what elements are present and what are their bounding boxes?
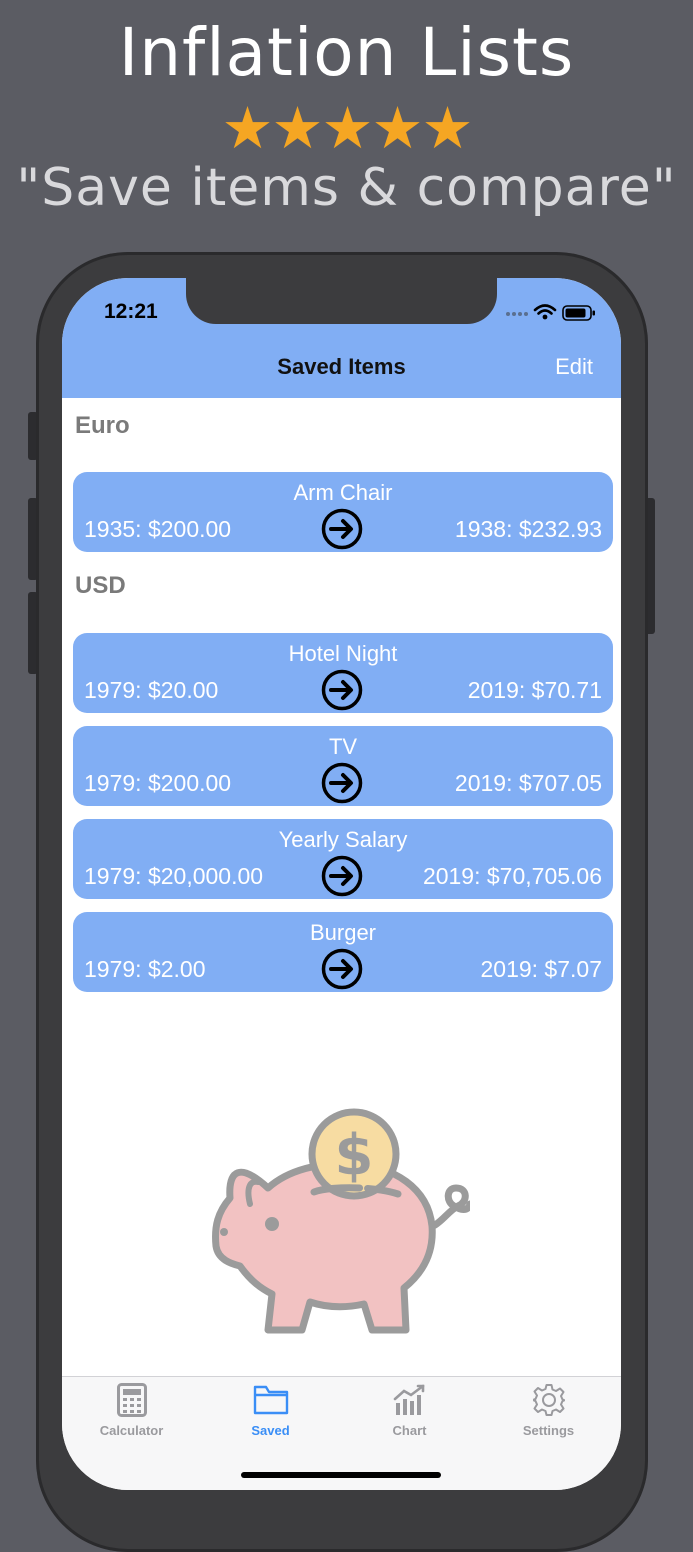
tab-chart[interactable]: Chart [340, 1383, 479, 1447]
saved-item-card[interactable]: Yearly Salary 1979: $20,000.00 2019: $70… [73, 819, 613, 899]
page-title: Saved Items [277, 354, 406, 379]
item-start-value: 1979: $200.00 [84, 770, 232, 796]
status-time: 12:21 [104, 300, 158, 323]
item-end-value: 2019: $707.05 [454, 770, 602, 796]
item-start-value: 1979: $20,000.00 [84, 863, 264, 889]
piggy-bank-illustration: $ [212, 1108, 470, 1334]
navigation-bar: 12:21 Saved Items Edit [62, 278, 621, 398]
item-start-value: 1979: $2.00 [84, 956, 206, 982]
svg-text:$: $ [335, 1123, 374, 1188]
status-icons [506, 304, 595, 321]
tab-calculator[interactable]: Calculator [62, 1383, 201, 1447]
tab-saved[interactable]: Saved [201, 1383, 340, 1447]
tab-label: Settings [522, 1423, 575, 1438]
section-header-usd: USD [75, 572, 126, 599]
signal-icon [506, 312, 528, 316]
item-start-value: 1979: $20.00 [84, 677, 219, 703]
arrow-right-circle-icon[interactable] [321, 948, 363, 990]
saved-item-card[interactable]: TV 1979: $200.00 2019: $707.05 [73, 726, 613, 806]
tab-settings[interactable]: Settings [479, 1383, 618, 1447]
home-indicator[interactable] [241, 1472, 441, 1478]
phone-screen: 12:21 Saved Items Edit Euro Arm Chair 19… [62, 278, 621, 1490]
rating-stars: ★★★★★ [221, 96, 474, 161]
section-header-euro: Euro [75, 412, 130, 439]
battery-icon [562, 305, 595, 321]
arrow-right-circle-icon[interactable] [321, 762, 363, 804]
phone-notch [186, 278, 497, 324]
edit-button[interactable]: Edit [555, 354, 593, 380]
saved-item-card[interactable]: Arm Chair 1935: $200.00 1938: $232.93 [73, 472, 613, 552]
wifi-icon [533, 304, 557, 315]
item-end-value: 2019: $70,705.06 [422, 863, 602, 889]
item-end-value: 2019: $70.71 [467, 677, 602, 703]
item-name: TV [328, 734, 358, 759]
item-end-value: 1938: $232.93 [454, 516, 602, 542]
saved-item-card[interactable]: Burger 1979: $2.00 2019: $7.07 [73, 912, 613, 992]
promo-headline: Inflation Lists [118, 14, 575, 91]
arrow-right-circle-icon[interactable] [321, 855, 363, 897]
item-name: Arm Chair [293, 480, 393, 505]
item-name: Yearly Salary [278, 827, 408, 852]
chart-icon [393, 1384, 424, 1415]
tab-label: Chart [392, 1423, 427, 1438]
item-name: Hotel Night [288, 641, 398, 666]
gear-icon [532, 1384, 565, 1416]
folder-icon [253, 1385, 288, 1415]
tab-label: Calculator [99, 1423, 164, 1438]
promo-tagline: "Save items & compare" [16, 158, 677, 218]
item-start-value: 1935: $200.00 [84, 516, 232, 542]
saved-item-card[interactable]: Hotel Night 1979: $20.00 2019: $70.71 [73, 633, 613, 713]
item-end-value: 2019: $7.07 [480, 956, 602, 982]
arrow-right-circle-icon[interactable] [321, 669, 363, 711]
arrow-right-circle-icon[interactable] [321, 508, 363, 550]
tab-label: Saved [251, 1423, 290, 1438]
item-name: Burger [309, 920, 377, 945]
calculator-icon [116, 1383, 147, 1417]
